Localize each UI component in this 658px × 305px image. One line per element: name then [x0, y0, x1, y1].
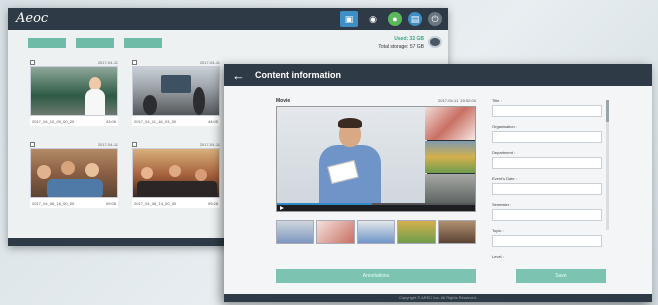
- title-input[interactable]: [492, 105, 602, 117]
- tile-caption: 2017_04_10_00_00_20: [32, 118, 75, 124]
- tile-date: 2017-04-11: [199, 59, 220, 65]
- field-title: Title :: [492, 98, 602, 117]
- filmstrip-thumb[interactable]: [397, 220, 436, 244]
- semester-input[interactable]: [492, 209, 602, 221]
- exit-icon[interactable]: ⏻: [428, 12, 442, 26]
- field-organisation: Organisation :: [492, 124, 602, 143]
- dashboard-topbar: Aeoc ▣ ◉ ● ▤ ⏻: [8, 8, 448, 30]
- topbar-icons: ▣ ◉ ● ▤ ⏻: [340, 11, 442, 27]
- video-date: 2017-04-11: [438, 98, 459, 103]
- select-checkbox[interactable]: [132, 141, 137, 147]
- field-department: Department :: [492, 150, 602, 169]
- select-checkbox[interactable]: [132, 59, 137, 65]
- brand-logo: Aeoc: [16, 11, 49, 26]
- department-input[interactable]: [492, 157, 602, 169]
- camera-icon[interactable]: ◉: [364, 11, 382, 27]
- content-info-window: ← Content information Movie 2017-04-11 2…: [224, 64, 652, 302]
- field-semester: Semester :: [492, 202, 602, 221]
- back-arrow-icon[interactable]: ←: [232, 68, 245, 83]
- recording-thumbnail[interactable]: [30, 148, 118, 198]
- topic-input[interactable]: [492, 235, 602, 247]
- content-info-header: ← Content information: [224, 64, 652, 86]
- video-label: Movie: [276, 98, 291, 104]
- save-button[interactable]: Save: [516, 269, 606, 283]
- tile-duration: 43:06: [105, 118, 116, 124]
- video-player[interactable]: [276, 106, 476, 212]
- tile-duration: 09:28: [207, 200, 218, 206]
- recording-tile[interactable]: 2017-04-11 2017_04_06_14_00_00 09:28: [132, 140, 220, 210]
- field-label: Title :: [492, 98, 502, 103]
- tile-caption: 2017_04_06_16_00_00: [32, 200, 75, 206]
- recording-thumbnail[interactable]: [132, 66, 220, 116]
- recording-thumbnail[interactable]: [30, 66, 118, 116]
- disk-icon: [428, 36, 442, 48]
- video-controls: [277, 205, 475, 211]
- filmstrip-thumb[interactable]: [356, 220, 396, 244]
- filmstrip-thumb[interactable]: [276, 220, 315, 244]
- video-meta: Movie 2017-04-11 20:52:00: [276, 98, 476, 104]
- filmstrip-thumb[interactable]: [316, 220, 355, 244]
- layout-panels: [425, 107, 475, 208]
- event-date-input[interactable]: [492, 183, 602, 195]
- bottom-actions: Annotations Save: [276, 269, 606, 283]
- scrollbar-thumb[interactable]: [606, 100, 609, 122]
- form-scrollbar[interactable]: [606, 100, 609, 230]
- storage-used: Used: 32 GB: [394, 36, 424, 42]
- presenter-hair: [338, 118, 362, 128]
- tile-date: 2017-04-11: [97, 141, 118, 147]
- panel-audience: [425, 140, 475, 174]
- action-button-2[interactable]: [76, 38, 114, 48]
- filmstrip-thumb[interactable]: [437, 220, 477, 244]
- storage-total: Total storage: 57 GB: [378, 44, 424, 50]
- tile-duration: 44:05: [207, 118, 218, 124]
- video-time: 20:52:00: [460, 98, 476, 103]
- select-checkbox[interactable]: [30, 59, 35, 65]
- action-button-1[interactable]: [28, 38, 66, 48]
- filmstrip: [276, 220, 477, 244]
- field-label: Level :: [492, 254, 504, 259]
- play-icon[interactable]: [280, 206, 284, 210]
- tile-date: 2017-04-11: [97, 59, 118, 65]
- field-topic: Topic :: [492, 228, 602, 247]
- tile-caption: 2017_04_06_14_00_00: [134, 200, 177, 206]
- tile-date: 2017-04-11: [199, 141, 220, 147]
- recording-tile[interactable]: 2017-04-11 2017_04_10_00_00_20 43:06: [30, 58, 118, 128]
- tile-duration: 09:08: [105, 200, 116, 206]
- select-checkbox[interactable]: [30, 141, 35, 147]
- storage-info: Used: 32 GB Total storage: 57 GB: [378, 35, 424, 51]
- field-label: Organisation :: [492, 124, 517, 129]
- field-label: Topic :: [492, 228, 504, 233]
- action-row: [28, 38, 162, 48]
- recording-thumbnail[interactable]: [132, 148, 220, 198]
- organisation-input[interactable]: [492, 131, 602, 143]
- metadata-form: Title : Organisation : Department : Even…: [492, 98, 602, 266]
- video-icon[interactable]: ▣: [340, 11, 358, 27]
- tile-caption: 2017_04_11_16_03_30: [134, 118, 176, 124]
- field-level: Level :: [492, 254, 602, 259]
- action-button-3[interactable]: [124, 38, 162, 48]
- video-frame: [277, 107, 427, 207]
- save-icon[interactable]: ▤: [408, 12, 422, 26]
- field-event-date: Event's Date :: [492, 176, 602, 195]
- recording-tile[interactable]: 2017-04-11 2017_04_11_16_03_30 44:05: [132, 58, 220, 128]
- page-title: Content information: [255, 70, 341, 80]
- field-label: Event's Date :: [492, 176, 517, 181]
- record-icon[interactable]: ●: [388, 12, 402, 26]
- front-footer: Copyright © AREC Inc. All Rights Reserve…: [224, 294, 652, 302]
- field-label: Semester :: [492, 202, 512, 207]
- field-label: Department :: [492, 150, 516, 155]
- recording-tile[interactable]: 2017-04-11 2017_04_06_16_00_00 09:08: [30, 140, 118, 210]
- panel-slide: [425, 107, 475, 140]
- annotations-button[interactable]: Annotations: [276, 269, 476, 283]
